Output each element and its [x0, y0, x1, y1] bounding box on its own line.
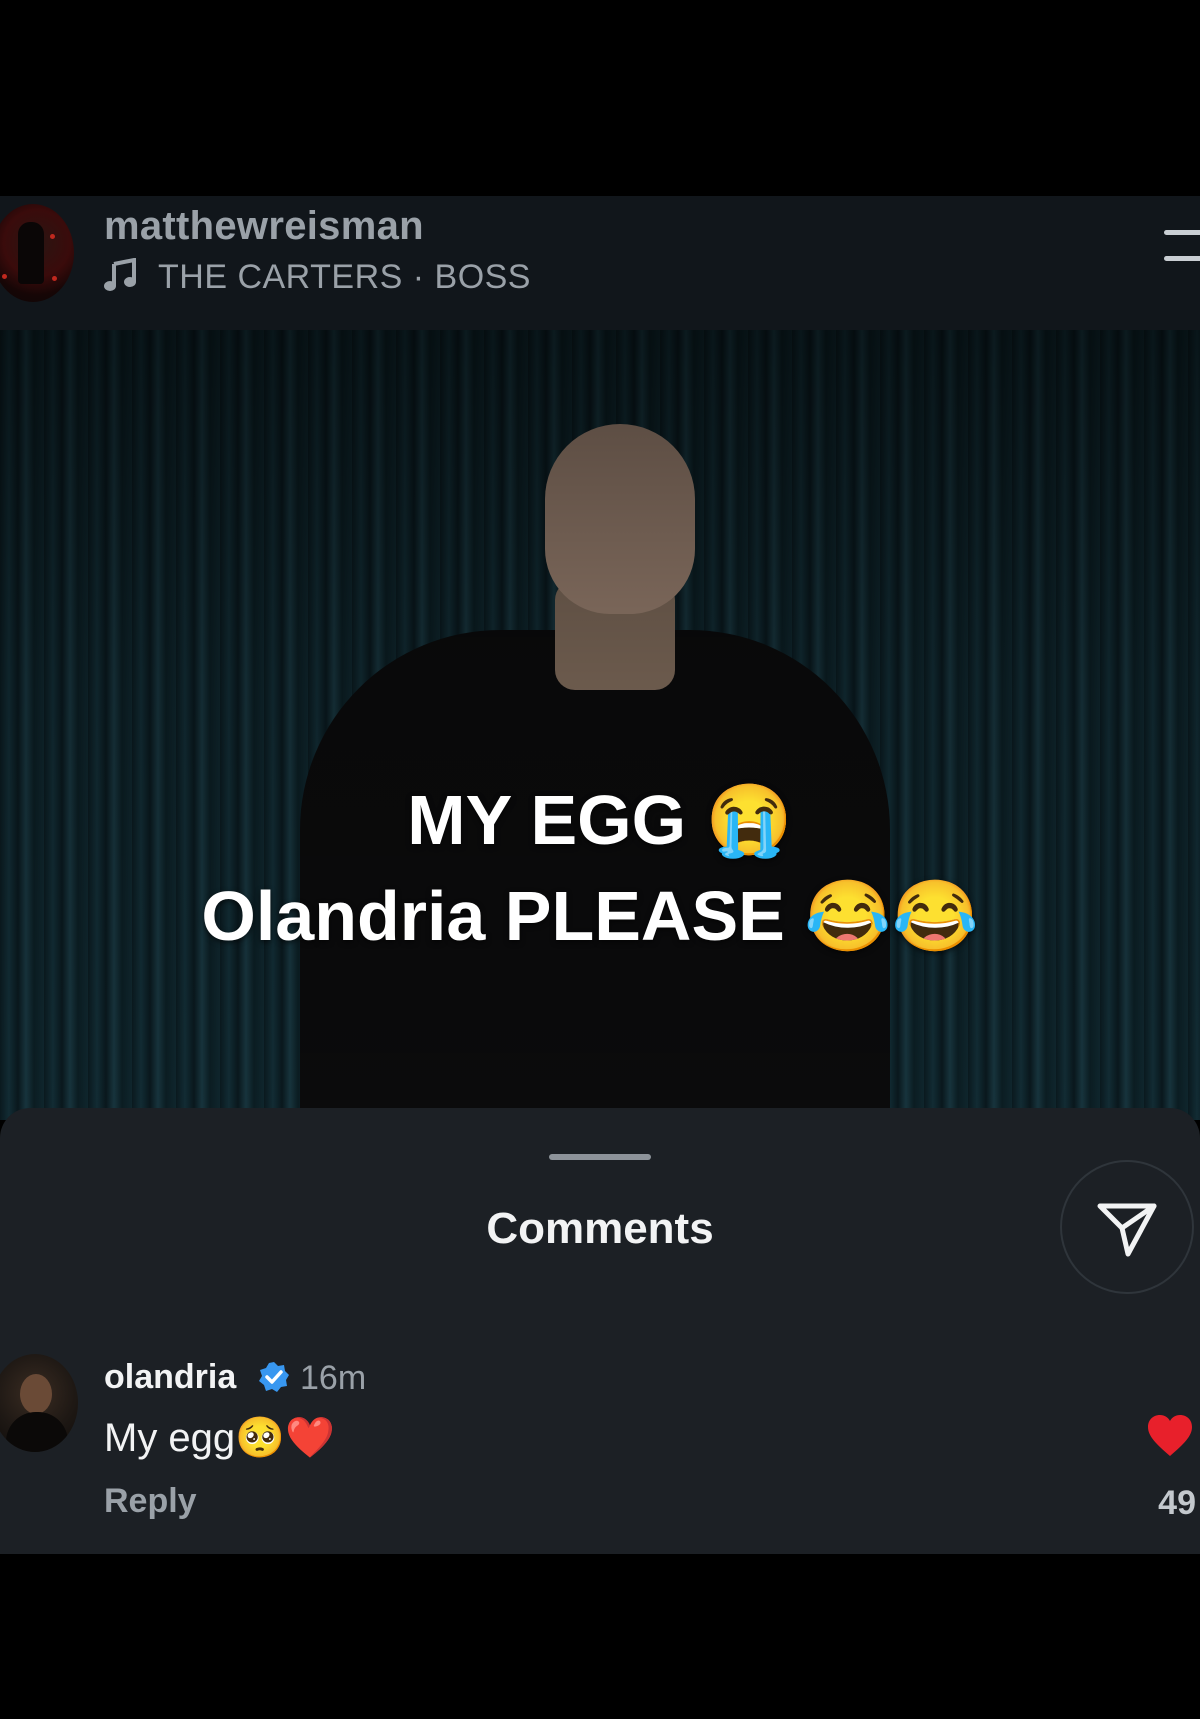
comment-text: My egg🥺❤️ — [104, 1416, 335, 1460]
music-note-icon — [104, 258, 136, 291]
commenter-username[interactable]: olandria — [104, 1358, 236, 1397]
reel-video[interactable] — [0, 330, 1200, 1120]
reel-header: matthewreisman THE CARTERS · BOSS — [0, 196, 1200, 330]
comments-sheet: Comments olandria 16m My egg🥺❤️ Reply 49 — [0, 1108, 1200, 1554]
verified-badge-icon — [259, 1362, 289, 1392]
drag-handle[interactable] — [549, 1154, 651, 1160]
like-count: 49 — [1158, 1484, 1196, 1522]
caption-line-1: MY EGG 😭 — [407, 781, 793, 859]
share-button[interactable] — [1060, 1160, 1194, 1294]
menu-icon[interactable] — [1158, 226, 1200, 266]
creator-username[interactable]: matthewreisman — [104, 204, 424, 249]
send-icon — [1097, 1203, 1157, 1257]
like-heart-icon[interactable] — [1146, 1414, 1194, 1458]
commenter-avatar[interactable] — [0, 1354, 78, 1452]
creator-avatar[interactable] — [0, 204, 74, 302]
comment-timestamp: 16m — [300, 1359, 367, 1397]
reply-button[interactable]: Reply — [104, 1482, 197, 1521]
song-label[interactable]: THE CARTERS · BOSS — [158, 258, 531, 297]
caption-line-2: Olandria PLEASE 😂😂 — [201, 877, 979, 955]
comments-title: Comments — [486, 1204, 714, 1253]
